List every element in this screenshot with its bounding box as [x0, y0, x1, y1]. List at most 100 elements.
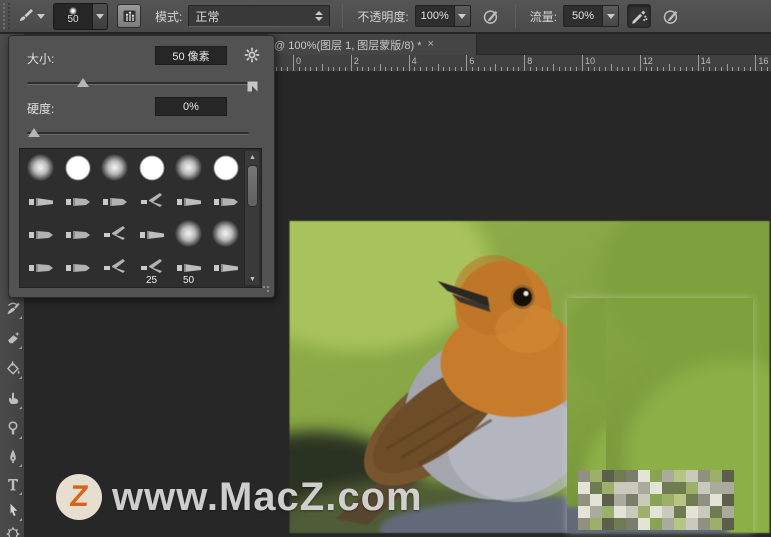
scrollbar-thumb[interactable]	[247, 165, 258, 207]
brush-preset[interactable]	[133, 217, 170, 250]
brush-preset[interactable]	[96, 250, 133, 283]
panel-menu-button[interactable]	[242, 45, 262, 65]
panel-resize-grip[interactable]	[261, 284, 271, 294]
brush-preset[interactable]	[59, 217, 96, 250]
brush-preset[interactable]	[207, 184, 244, 217]
opacity-field[interactable]: 100%	[415, 5, 455, 27]
chevron-down-icon	[96, 14, 104, 19]
options-bar-grip[interactable]	[3, 3, 10, 29]
separator	[342, 4, 343, 28]
hardness-slider-thumb[interactable]	[28, 128, 40, 137]
ruler-tick	[680, 67, 681, 71]
flow-field[interactable]: 50%	[563, 5, 603, 27]
brush-preset[interactable]	[170, 217, 207, 250]
mosaic-cell	[650, 506, 662, 518]
size-slider[interactable]	[27, 78, 249, 88]
mosaic-cell	[602, 470, 614, 482]
ruler-number: 16	[758, 56, 768, 66]
ruler-tick	[449, 67, 450, 71]
ruler-tick	[374, 67, 375, 71]
custom-shape-tool[interactable]	[2, 522, 23, 537]
mosaic-cell	[722, 470, 734, 482]
mosaic-cell	[614, 518, 626, 530]
brush-preset[interactable]	[59, 184, 96, 217]
chevron-down-icon	[458, 14, 466, 19]
mosaic-cell	[638, 506, 650, 518]
smudge-tool[interactable]	[2, 386, 23, 410]
mosaic-cell	[626, 518, 638, 530]
brush-panel-icon	[121, 8, 138, 25]
mosaic-cell	[638, 494, 650, 506]
new-brush-preset-button[interactable]	[242, 76, 262, 96]
ruler-number: 2	[354, 56, 359, 66]
brush-preset[interactable]	[59, 151, 96, 184]
ruler-tick	[686, 67, 687, 71]
close-icon[interactable]: ×	[427, 39, 433, 50]
soft-round-brush-icon	[27, 154, 54, 181]
hardness-field[interactable]: 0%	[155, 97, 227, 116]
brush-preset[interactable]	[170, 184, 207, 217]
presets-scrollbar[interactable]: ▲ ▼	[244, 151, 259, 285]
mosaic-cell	[602, 482, 614, 494]
dodge-tool[interactable]	[2, 416, 23, 440]
hardness-slider[interactable]	[27, 128, 249, 138]
dodge-icon	[5, 420, 21, 436]
mosaic-cell	[650, 482, 662, 494]
brush-preset[interactable]	[96, 217, 133, 250]
ruler-number: 10	[585, 56, 595, 66]
history-brush-tool[interactable]	[2, 296, 23, 320]
ruler-tick	[426, 67, 427, 71]
hard-round-brush-icon	[139, 155, 165, 181]
ruler-tick	[530, 67, 531, 71]
pen-tool[interactable]	[2, 444, 23, 468]
path-selection-tool[interactable]	[2, 498, 23, 522]
mosaic-cell	[722, 506, 734, 518]
size-label: 大小:	[27, 50, 54, 67]
brush-preset[interactable]: 25	[133, 250, 170, 283]
ruler-tick	[432, 67, 433, 71]
brush-preset[interactable]	[96, 151, 133, 184]
mode-dropdown[interactable]: 正常	[188, 5, 330, 27]
brush-preset[interactable]: 50	[170, 250, 207, 283]
mosaic-cell	[710, 506, 722, 518]
ruler-tick	[605, 67, 606, 71]
scroll-up-icon[interactable]: ▲	[245, 151, 260, 163]
opacity-pressure-button[interactable]	[479, 4, 503, 28]
brush-preset[interactable]	[22, 151, 59, 184]
ruler-tick	[420, 67, 421, 71]
mosaic-cell	[578, 494, 590, 506]
ruler-tick	[328, 67, 329, 71]
brush-preset[interactable]	[22, 217, 59, 250]
ruler-tick	[455, 67, 456, 71]
brush-preset[interactable]	[96, 184, 133, 217]
size-pressure-button[interactable]	[659, 4, 683, 28]
brush-preset[interactable]	[133, 151, 170, 184]
toggle-brush-panel-button[interactable]	[117, 4, 141, 28]
ruler-tick	[738, 67, 739, 71]
opacity-dropdown-button[interactable]	[455, 5, 471, 27]
mosaic-cell	[710, 518, 722, 530]
size-field[interactable]: 50 像素	[155, 46, 227, 65]
paint-bucket-tool[interactable]	[2, 356, 23, 380]
brush-size-preview[interactable]: 50	[53, 3, 93, 30]
brush-preset[interactable]	[207, 151, 244, 184]
brush-preset[interactable]	[170, 151, 207, 184]
brush-preset[interactable]	[22, 184, 59, 217]
brush-preset[interactable]	[207, 217, 244, 250]
brush-tool-preset-button[interactable]	[13, 3, 47, 29]
ruler-number: 12	[643, 56, 653, 66]
scroll-down-icon[interactable]: ▼	[245, 273, 260, 285]
size-slider-thumb[interactable]	[77, 78, 89, 87]
mosaic-cell	[710, 470, 722, 482]
eraser-tool[interactable]	[2, 326, 23, 350]
flow-dropdown-button[interactable]	[603, 5, 619, 27]
brush-preset[interactable]	[22, 250, 59, 283]
document-tab[interactable]: @ 100%(图层 1, 图层蒙版/8) * ×	[268, 34, 477, 55]
brush-preset[interactable]	[207, 250, 244, 283]
brush-size-dropdown-button[interactable]	[93, 3, 108, 30]
airbrush-button[interactable]	[627, 4, 651, 28]
brush-preset[interactable]	[59, 250, 96, 283]
type-tool[interactable]	[2, 472, 23, 496]
sampled-brush-tip-icon	[101, 257, 129, 277]
brush-preset[interactable]	[133, 184, 170, 217]
